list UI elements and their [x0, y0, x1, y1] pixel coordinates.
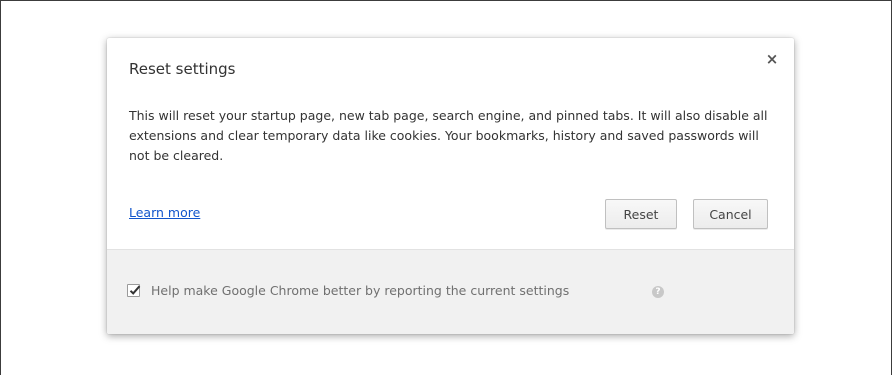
dialog-footer: Help make Google Chrome better by report…	[107, 249, 794, 334]
learn-more-link[interactable]: Learn more	[129, 205, 200, 220]
dialog-title: Reset settings	[129, 60, 236, 78]
reset-button[interactable]: Reset	[605, 199, 677, 229]
reset-settings-dialog: Reset settings × This will reset your st…	[107, 38, 794, 334]
cancel-button[interactable]: Cancel	[693, 199, 768, 229]
close-icon[interactable]: ×	[763, 50, 781, 68]
help-icon[interactable]: ?	[652, 286, 664, 298]
report-settings-checkbox[interactable]	[127, 284, 141, 297]
report-settings-label: Help make Google Chrome better by report…	[151, 283, 570, 298]
dialog-description: This will reset your startup page, new t…	[129, 108, 768, 163]
check-icon	[129, 285, 141, 295]
